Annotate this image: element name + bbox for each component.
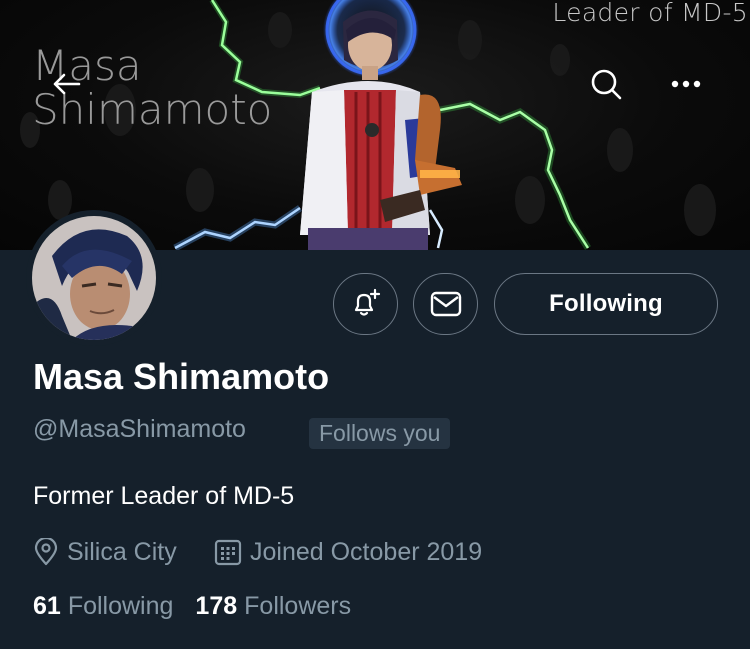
followers-label: Followers xyxy=(244,592,352,620)
following-stat[interactable]: 61 Following xyxy=(33,592,173,621)
follow-stats: 61 Following 178 Followers xyxy=(33,592,351,621)
avatar-image xyxy=(32,216,156,340)
search-icon xyxy=(591,69,622,100)
more-horizontal-icon xyxy=(671,80,701,88)
profile-bio: Former Leader of MD-5 xyxy=(33,482,295,510)
more-options-button[interactable] xyxy=(664,64,708,104)
bell-plus-icon xyxy=(354,288,380,316)
back-button[interactable] xyxy=(44,64,88,104)
following-count: 61 xyxy=(33,592,61,620)
display-name: Masa Shimamoto xyxy=(33,356,330,397)
message-button[interactable] xyxy=(413,273,478,335)
profile-location: Silica City xyxy=(33,536,177,568)
notifications-button[interactable] xyxy=(333,273,398,335)
envelope-icon xyxy=(430,291,461,317)
following-button[interactable]: Following xyxy=(494,273,718,335)
location-text: Silica City xyxy=(67,537,177,566)
location-pin-icon xyxy=(34,538,58,566)
following-label: Following xyxy=(67,592,174,620)
profile-joined-date: Joined October 2019 xyxy=(214,536,482,568)
banner-caption: Leader of MD-5 xyxy=(552,0,748,27)
follows-you-badge: Follows you xyxy=(309,418,451,449)
joined-text: Joined October 2019 xyxy=(250,537,483,566)
search-button[interactable] xyxy=(586,64,626,104)
calendar-icon xyxy=(214,539,242,566)
arrow-left-icon xyxy=(53,73,81,95)
user-handle: @MasaShimamoto xyxy=(33,415,246,443)
followers-stat[interactable]: 178 Followers xyxy=(195,592,351,621)
followers-count: 178 xyxy=(195,592,238,620)
avatar[interactable] xyxy=(26,210,162,346)
